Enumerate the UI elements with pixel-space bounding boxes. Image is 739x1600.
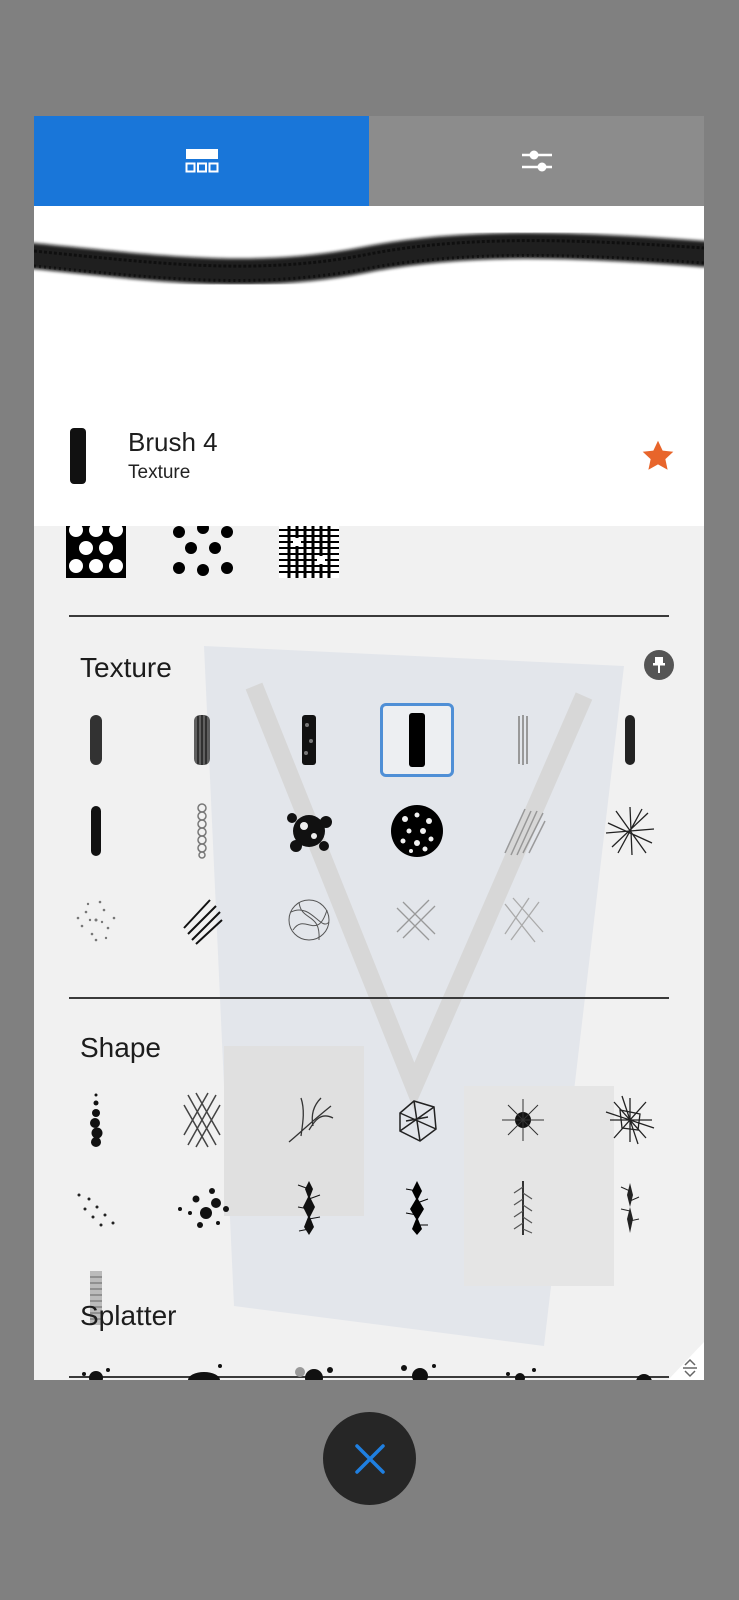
shape-brush-6[interactable]: [593, 1083, 667, 1157]
texture-brush-3[interactable]: [272, 703, 346, 777]
shape-brush-4[interactable]: [380, 1083, 454, 1157]
shape-brush-7[interactable]: [59, 1171, 133, 1245]
texture-brush-17[interactable]: [486, 883, 560, 957]
section-title-splatter: Splatter: [80, 1300, 177, 1331]
brush-list[interactable]: Texture Shape: [34, 526, 704, 1380]
texture-brush-13[interactable]: [59, 883, 133, 957]
shape-brush-1[interactable]: [59, 1083, 133, 1157]
panel-tab-bar: [34, 116, 704, 206]
brush-thumbnail: [70, 428, 86, 484]
pattern-brush-optical[interactable]: [279, 526, 339, 578]
texture-brush-8[interactable]: [165, 794, 239, 868]
texture-brush-16[interactable]: [380, 883, 454, 957]
current-brush-info[interactable]: Brush 4 Texture: [34, 412, 704, 526]
close-button[interactable]: [323, 1412, 416, 1505]
shape-brush-2[interactable]: [165, 1083, 239, 1157]
shape-brush-5[interactable]: [486, 1083, 560, 1157]
splatter-brush-row[interactable]: [74, 1352, 674, 1380]
shape-brush-9[interactable]: [272, 1171, 346, 1245]
shape-brush-10[interactable]: [380, 1171, 454, 1245]
texture-brush-15[interactable]: [272, 883, 346, 957]
texture-brush-10[interactable]: [380, 794, 454, 868]
brush-stroke-preview: [34, 206, 704, 412]
resize-handle-icon[interactable]: [668, 1342, 704, 1380]
texture-brush-1[interactable]: [59, 703, 133, 777]
shape-brush-11[interactable]: [486, 1171, 560, 1245]
pattern-brush-polka[interactable]: [66, 526, 126, 578]
brush-category: Texture: [128, 462, 191, 483]
brush-library-icon: [185, 149, 218, 173]
tab-brush-properties[interactable]: [369, 116, 704, 206]
section-title-texture: Texture: [80, 652, 172, 683]
texture-brush-7[interactable]: [59, 794, 133, 868]
section-divider: [69, 997, 669, 999]
shape-brush-3[interactable]: [272, 1083, 346, 1157]
texture-brush-4-selected[interactable]: [380, 703, 454, 777]
shape-brush-8[interactable]: [165, 1171, 239, 1245]
texture-brush-5[interactable]: [486, 703, 560, 777]
stroke-preview-image: [34, 232, 704, 285]
texture-brush-9[interactable]: [272, 794, 346, 868]
pushpin-glyph: [653, 657, 665, 673]
sliders-icon: [521, 150, 552, 172]
tab-brush-library[interactable]: [34, 116, 369, 206]
brush-name: Brush 4: [128, 427, 218, 457]
shape-brush-12[interactable]: [593, 1171, 667, 1245]
pattern-brush-dots[interactable]: [173, 526, 233, 578]
section-title-shape: Shape: [80, 1032, 161, 1063]
brush-library-panel: Brush 4 Texture Texture Shape Splatter: [34, 116, 704, 1380]
texture-brush-12[interactable]: [593, 794, 667, 868]
favorite-star-icon[interactable]: [640, 438, 676, 474]
pin-icon[interactable]: [644, 650, 674, 680]
texture-brush-6[interactable]: [593, 703, 667, 777]
texture-brush-11[interactable]: [486, 794, 560, 868]
close-icon: [354, 1443, 385, 1474]
texture-brush-14[interactable]: [165, 883, 239, 957]
section-divider: [69, 615, 669, 617]
texture-brush-2[interactable]: [165, 703, 239, 777]
